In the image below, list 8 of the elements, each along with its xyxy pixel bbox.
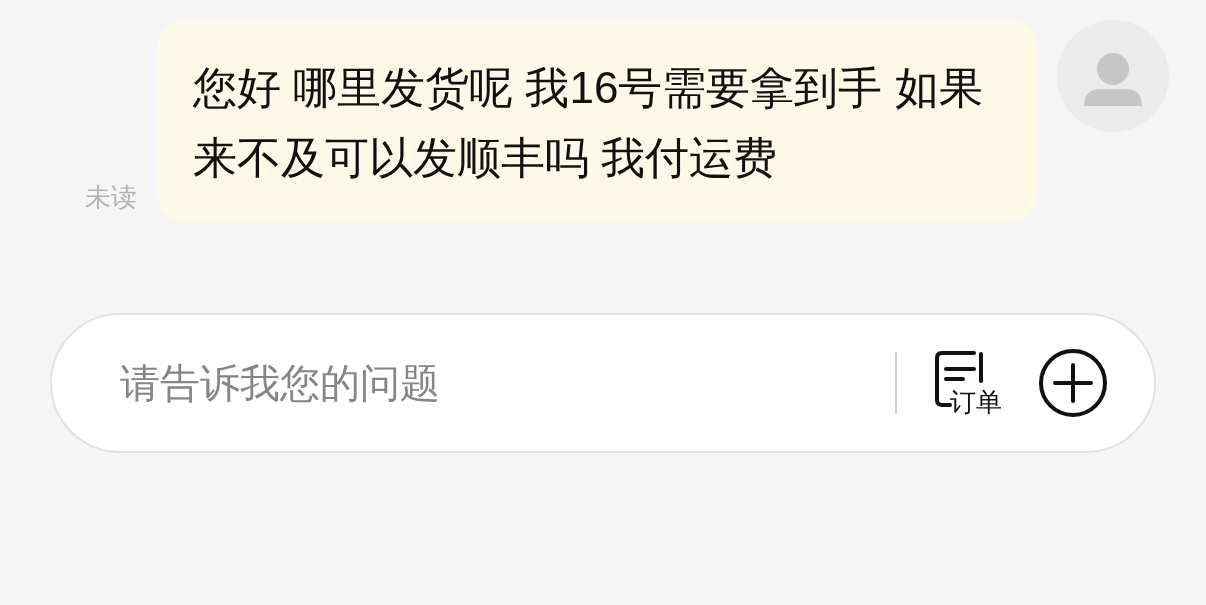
composer-bar[interactable]: 请告诉我您的问题 订单 [50,313,1156,453]
plus-icon [1038,348,1108,418]
unread-status: 未读 [85,182,137,212]
message-input[interactable]: 请告诉我您的问题 [120,353,875,413]
avatar-icon [1057,20,1169,132]
message-bubble: 您好 哪里发货呢 我16号需要拿到手 如果来不及可以发顺丰吗 我付运费 [157,20,1037,222]
order-button[interactable]: 订单 [934,350,1010,416]
add-button[interactable] [1038,348,1108,418]
